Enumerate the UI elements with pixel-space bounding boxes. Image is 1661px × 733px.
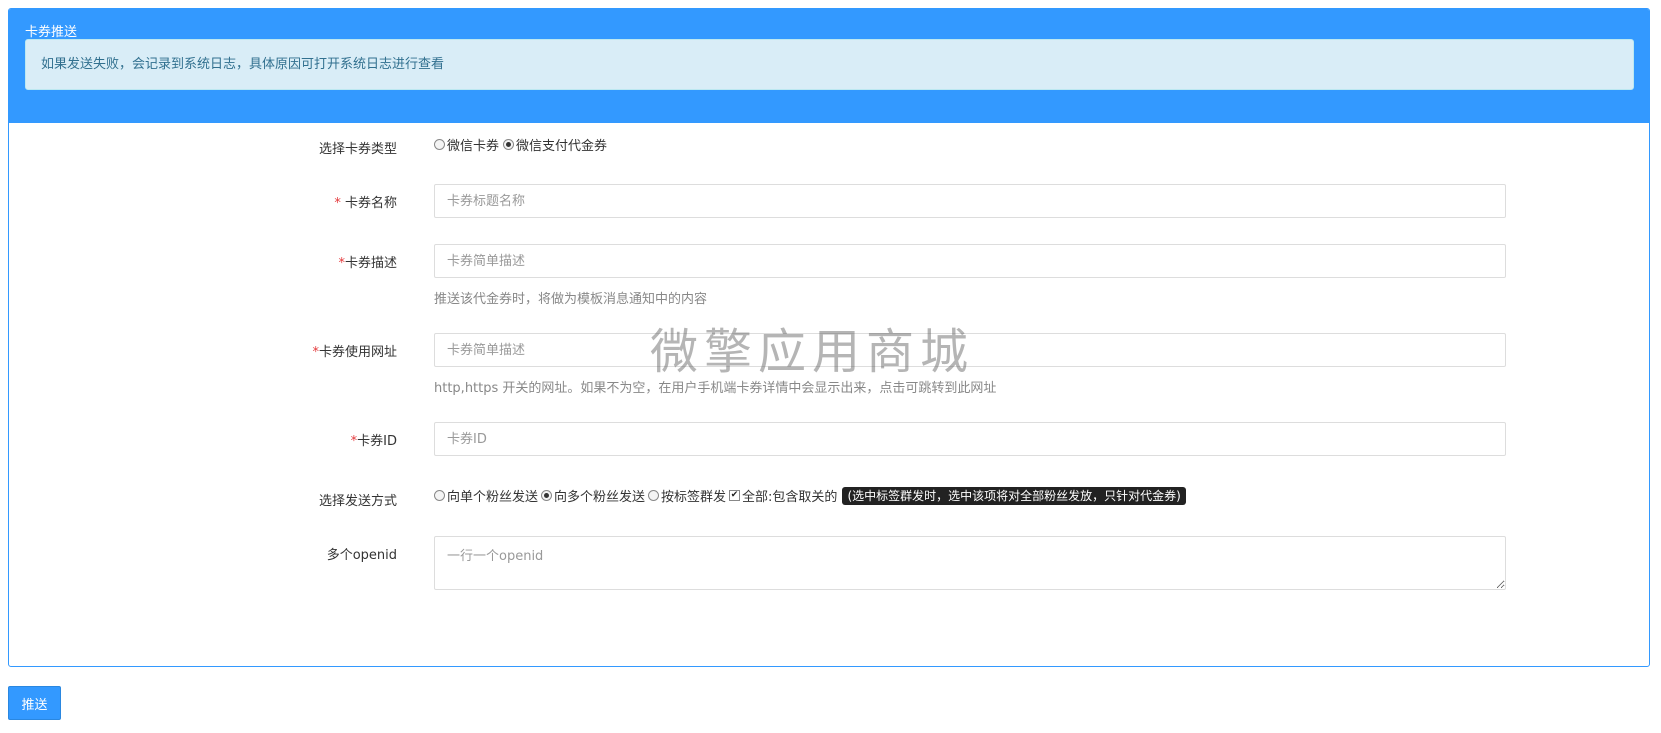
checkbox-label: 全部:包含取关的 xyxy=(742,490,838,505)
radio-label: 向单个粉丝发送 xyxy=(447,490,539,505)
radio-icon[interactable] xyxy=(434,139,445,150)
coupon-name-label: * 卡券名称 xyxy=(334,192,397,211)
coupon-type-label: 选择卡券类型 xyxy=(318,142,397,157)
coupon-push-panel: 卡券推送 如果发送失败，会记录到系统日志，具体原因可打开系统日志进行查看 选择卡… xyxy=(8,8,1650,667)
radio-label: 微信支付代金券 xyxy=(516,139,608,154)
coupon-type-radios: 微信卡券 微信支付代金券 xyxy=(434,135,607,154)
checkbox-include-all[interactable]: ✔ 全部:包含取关的 xyxy=(729,486,837,505)
radio-wechat-card[interactable]: 微信卡券 xyxy=(434,135,499,154)
radio-wechat-pay-voucher[interactable]: 微信支付代金券 xyxy=(503,135,607,154)
send-method-label: 选择发送方式 xyxy=(318,494,397,509)
radio-icon[interactable] xyxy=(434,490,445,501)
panel-title: 卡券推送 xyxy=(25,25,78,40)
check-icon[interactable]: ✔ xyxy=(729,490,741,501)
panel-heading: 卡券推送 如果发送失败，会记录到系统日志，具体原因可打开系统日志进行查看 xyxy=(9,9,1649,123)
coupon-name-label-text: 卡券名称 xyxy=(344,196,397,211)
coupon-desc-help: 推送该代金券时，将做为模板消息通知中的内容 xyxy=(434,292,708,307)
coupon-name-input[interactable] xyxy=(434,184,1506,218)
openids-textarea[interactable] xyxy=(434,536,1506,590)
radio-label: 按标签群发 xyxy=(661,490,727,505)
send-method-radios: 向单个粉丝发送 向多个粉丝发送 按标签群发 ✔ 全部:包含取关的 (选中标签群发… xyxy=(434,486,1186,505)
coupon-id-label-text: 卡券ID xyxy=(357,434,397,449)
coupon-url-label: *卡券使用网址 xyxy=(312,341,397,360)
coupon-url-input[interactable] xyxy=(434,333,1506,367)
required-mark: * xyxy=(334,196,341,211)
coupon-id-label: *卡券ID xyxy=(351,430,397,449)
radio-label: 微信卡券 xyxy=(447,139,500,154)
coupon-desc-input[interactable] xyxy=(434,244,1506,278)
radio-icon[interactable] xyxy=(648,490,660,501)
coupon-desc-label-text: 卡券描述 xyxy=(344,256,397,271)
coupon-url-help: http,https 开关的网址。如果不为空，在用户手机端卡券详情中会显示出来，… xyxy=(434,381,997,396)
push-button[interactable]: 推送 xyxy=(8,686,61,720)
coupon-url-label-text: 卡券使用网址 xyxy=(318,345,397,360)
openids-label: 多个openid xyxy=(326,548,397,563)
radio-icon[interactable] xyxy=(541,490,553,501)
radio-multiple-fans[interactable]: 向多个粉丝发送 xyxy=(541,486,645,505)
radio-icon[interactable] xyxy=(503,139,515,150)
radio-label: 向多个粉丝发送 xyxy=(554,490,646,505)
coupon-id-input[interactable] xyxy=(434,422,1506,456)
send-method-tip: (选中标签群发时，选中该项将对全部粉丝发放，只针对代金券) xyxy=(842,486,1186,505)
coupon-desc-label: *卡券描述 xyxy=(338,252,397,271)
info-alert: 如果发送失败，会记录到系统日志，具体原因可打开系统日志进行查看 xyxy=(25,39,1634,90)
radio-by-tag[interactable]: 按标签群发 xyxy=(648,486,726,505)
radio-single-fan[interactable]: 向单个粉丝发送 xyxy=(434,486,538,505)
